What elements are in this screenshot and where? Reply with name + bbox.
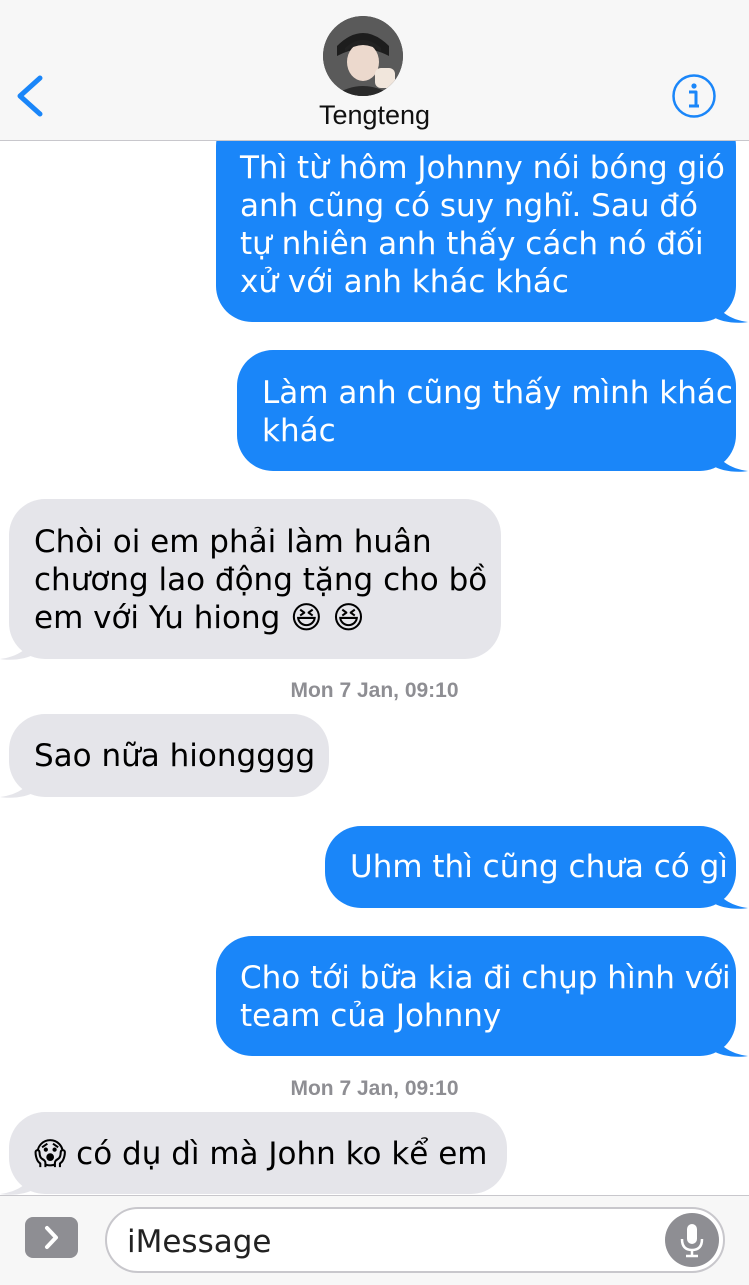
message-text: Làm anh cũng thấy mình khác khác xyxy=(262,375,733,449)
bubble-tail xyxy=(712,296,748,323)
contact-name[interactable]: Tengteng xyxy=(0,100,749,131)
bubble-tail xyxy=(712,1030,748,1057)
bubble-tail xyxy=(0,1168,36,1195)
message-bubble-incoming[interactable]: Chòi oi em phải làm huân chương lao động… xyxy=(9,499,501,659)
message-input[interactable]: iMessage xyxy=(105,1207,725,1273)
message-input-placeholder: iMessage xyxy=(127,1224,272,1260)
info-icon xyxy=(672,74,716,118)
bubble-tail xyxy=(0,633,36,660)
bubble-tail xyxy=(712,445,748,472)
chevron-right-icon xyxy=(45,1226,58,1249)
dictation-button[interactable] xyxy=(665,1213,719,1267)
message-bubble-outgoing[interactable]: Thì từ hôm Johnny nói bóng gió anh cũng … xyxy=(216,110,736,322)
message-text: Sao nữa hiongggg xyxy=(34,738,316,774)
message-text: 😱 có dụ dì mà John ko kể em xyxy=(34,1136,488,1172)
contact-avatar[interactable] xyxy=(323,16,403,96)
message-input-bar: iMessage xyxy=(0,1195,749,1285)
avatar-image xyxy=(323,16,403,96)
timestamp: Mon 7 Jan, 09:10 xyxy=(290,1077,459,1100)
message-bubble-incoming[interactable]: Sao nữa hiongggg xyxy=(9,714,329,797)
message-text: Thì từ hôm Johnny nói bóng gió anh cũng … xyxy=(240,150,725,300)
message-text: Chòi oi em phải làm huân chương lao động… xyxy=(34,524,488,636)
message-text: Cho tới bữa kia đi chụp hình với team củ… xyxy=(240,960,731,1034)
message-bubble-incoming[interactable]: 😱 có dụ dì mà John ko kể em xyxy=(9,1112,507,1194)
bubble-tail xyxy=(0,771,36,798)
message-bubble-outgoing[interactable]: Uhm thì cũng chưa có gì xyxy=(325,826,736,908)
bubble-tail xyxy=(712,882,748,909)
message-text: Uhm thì cũng chưa có gì xyxy=(350,849,728,885)
timestamp: Mon 7 Jan, 09:10 xyxy=(290,679,459,702)
conversation-header: Tengteng xyxy=(0,0,749,141)
info-button[interactable] xyxy=(671,73,717,119)
microphone-icon xyxy=(680,1224,704,1258)
expand-apps-button[interactable] xyxy=(25,1217,78,1258)
message-thread[interactable]: Thì từ hôm Johnny nói bóng gió anh cũng … xyxy=(0,0,749,1195)
message-bubble-outgoing[interactable]: Cho tới bữa kia đi chụp hình với team củ… xyxy=(216,936,736,1056)
message-bubble-outgoing[interactable]: Làm anh cũng thấy mình khác khác xyxy=(237,350,736,471)
